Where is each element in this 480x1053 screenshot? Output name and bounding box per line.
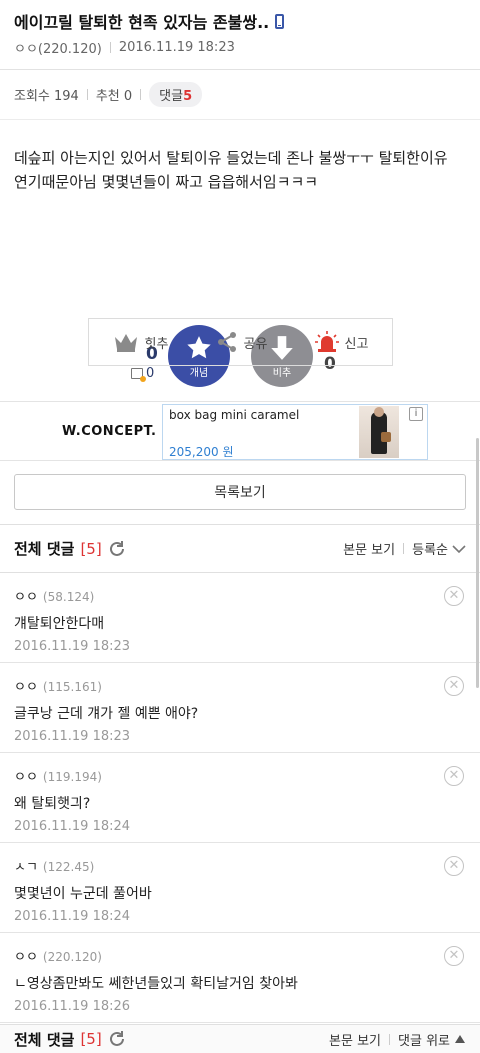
ad-product-image — [359, 406, 399, 458]
comment-author[interactable]: ㅇㅇ — [14, 950, 38, 965]
mobile-phone-icon — [275, 13, 285, 29]
comment-item: ㅇㅇ (119.194) 왜 탈퇴햇긔? 2016.11.19 18:24 ✕ — [0, 754, 480, 843]
comment-author[interactable]: ㅇㅇ — [14, 590, 38, 605]
recommend-count: 추천 0 — [95, 89, 133, 104]
comment-item: ㅇㅇ (58.124) 걔탈퇴안한다매 2016.11.19 18:23 ✕ — [0, 574, 480, 663]
comments-header: 전체 댓글 [5] 본문 보기 등록순 — [0, 524, 480, 573]
comment-ip: (122.45) — [42, 860, 95, 874]
share-button[interactable]: 공유 — [216, 331, 268, 353]
post-meta: ㅇㅇ(220.120) 2016.11.19 18:23 — [14, 38, 466, 57]
post-body-line: 데슾피 아는지인 있어서 탈퇴이유 들었는데 존나 불쌍ㅜㅜ 탈퇴한이유 — [14, 149, 448, 167]
ad-model-head — [374, 407, 384, 417]
comment-text: 몇몇년이 누군데 풀어바 — [14, 886, 152, 902]
post-title-row: 에이끄릴 탈퇴한 현족 있자늠 존불쌍.. — [14, 10, 466, 32]
comment-date: 2016.11.19 18:23 — [14, 639, 131, 654]
refresh-icon[interactable] — [108, 540, 126, 558]
comment-count-badge[interactable]: 댓글5 — [149, 82, 203, 107]
chevron-down-icon — [452, 544, 466, 553]
report-label: 신고 — [344, 336, 369, 352]
ad-product-box[interactable]: box bag mini caramel 205,200 원 i — [162, 404, 428, 460]
back-to-list-button[interactable]: 목록보기 — [14, 474, 466, 510]
post-title: 에이끄릴 탈퇴한 현족 있자늠 존불쌍.. — [14, 13, 270, 32]
comment-ip: (119.194) — [42, 770, 102, 784]
siren-icon — [314, 331, 339, 352]
comment-text: ㄴ영상좀만봐도 쎄한년들있긔 확티날거임 찾아봐 — [14, 976, 298, 992]
close-circle-icon[interactable]: ✕ — [444, 946, 464, 966]
refresh-icon[interactable] — [108, 1030, 126, 1048]
comment-ip: (220.120) — [42, 950, 102, 964]
upvote-sub-count: 0 — [146, 366, 155, 381]
ad-brand: W.CONCEPT. — [62, 424, 157, 439]
ad-product-name: box bag mini caramel — [169, 408, 300, 422]
post-author[interactable]: ㅇㅇ(220.120) — [14, 38, 102, 57]
share-icon — [217, 332, 236, 352]
comment-badge-label: 댓글 — [159, 89, 184, 104]
divider — [140, 89, 142, 100]
comment-badge-count: 5 — [183, 89, 193, 104]
to-top-label: 댓글 위로 — [398, 1033, 450, 1049]
sort-dropdown[interactable]: 등록순 — [412, 539, 466, 558]
comments-controls: 본문 보기 등록순 — [343, 539, 466, 558]
comment-date: 2016.11.19 18:23 — [14, 729, 131, 744]
close-circle-icon[interactable]: ✕ — [444, 766, 464, 786]
comment-date: 2016.11.19 18:24 — [14, 909, 131, 924]
comment-author[interactable]: ㅇㅇ — [14, 770, 38, 785]
upvote-sub: 0 — [131, 366, 155, 382]
comment-date: 2016.11.19 18:24 — [14, 819, 131, 834]
divider — [109, 42, 111, 53]
comment-item: ㅅㄱ (122.45) 몇몇년이 누군데 풀어바 2016.11.19 18:24… — [0, 844, 480, 933]
comments-footer-controls: 본문 보기 댓글 위로 — [329, 1030, 466, 1049]
comments-footer-title: 전체 댓글 — [14, 1030, 75, 1049]
post-header: 에이끄릴 탈퇴한 현족 있자늠 존불쌍.. ㅇㅇ(220.120) 2016.1… — [0, 0, 480, 70]
post-body: 데슾피 아는지인 있어서 탈퇴이유 들었는데 존나 불쌍ㅜㅜ 탈퇴한이유 연기때… — [0, 120, 480, 320]
fixed-nick-icon — [131, 368, 146, 382]
comments-footer-count: [5] — [80, 1030, 102, 1048]
comment-date: 2016.11.19 18:26 — [14, 999, 131, 1014]
ad-banner[interactable]: W.CONCEPT. box bag mini caramel 205,200 … — [0, 401, 480, 461]
comment-ip: (115.161) — [42, 680, 102, 694]
comments-title: 전체 댓글 — [14, 540, 75, 558]
comment-text: 걔탈퇴안한다매 — [14, 616, 105, 632]
divider — [86, 89, 88, 100]
hit-button[interactable]: 힛추 — [113, 332, 169, 352]
divider — [403, 543, 405, 554]
ad-bag — [381, 432, 391, 442]
comment-text: 글쿠낭 근데 걔가 젤 예쁜 애야? — [14, 706, 199, 722]
comments-footer: 전체 댓글 [5] 본문 보기 댓글 위로 — [0, 1024, 480, 1053]
comments-to-top-button[interactable]: 댓글 위로 — [398, 1030, 466, 1049]
sort-label: 등록순 — [412, 543, 448, 558]
post-stats: 조회수 194 추천 0 댓글5 — [0, 70, 480, 120]
comment-author[interactable]: ㅅㄱ — [14, 860, 38, 875]
crown-icon — [114, 334, 137, 352]
divider — [389, 1033, 391, 1045]
view-body-button[interactable]: 본문 보기 — [329, 1030, 381, 1049]
share-label: 공유 — [243, 336, 268, 352]
post-date: 2016.11.19 18:23 — [118, 40, 235, 55]
post-body-line: 연기때문아님 몇몇년들이 짜고 읍읍해서임ㅋㅋㅋ — [14, 173, 319, 191]
hit-label: 힛추 — [144, 336, 169, 352]
close-circle-icon[interactable]: ✕ — [444, 586, 464, 606]
ad-info-icon[interactable]: i — [409, 407, 423, 421]
triangle-up-icon — [455, 1035, 465, 1043]
close-circle-icon[interactable]: ✕ — [444, 856, 464, 876]
comments-count: [5] — [80, 539, 102, 558]
views-count: 조회수 194 — [14, 89, 79, 104]
scrollbar[interactable] — [476, 438, 479, 688]
view-body-button[interactable]: 본문 보기 — [343, 539, 395, 558]
comment-author[interactable]: ㅇㅇ — [14, 680, 38, 695]
comment-text: 왜 탈퇴햇긔? — [14, 796, 91, 812]
report-button[interactable]: 신고 — [314, 331, 369, 353]
ad-product-price: 205,200 원 — [169, 445, 234, 459]
close-circle-icon[interactable]: ✕ — [444, 676, 464, 696]
comment-item: ㅇㅇ (220.120) ㄴ영상좀만봐도 쎄한년들있긔 확티날거임 찾아봐 201… — [0, 934, 480, 1023]
comment-item: ㅇㅇ (115.161) 글쿠낭 근데 걔가 젤 예쁜 애야? 2016.11.1… — [0, 664, 480, 753]
comment-ip: (58.124) — [42, 590, 95, 604]
action-bar: 힛추 공유 신고 — [88, 318, 393, 366]
